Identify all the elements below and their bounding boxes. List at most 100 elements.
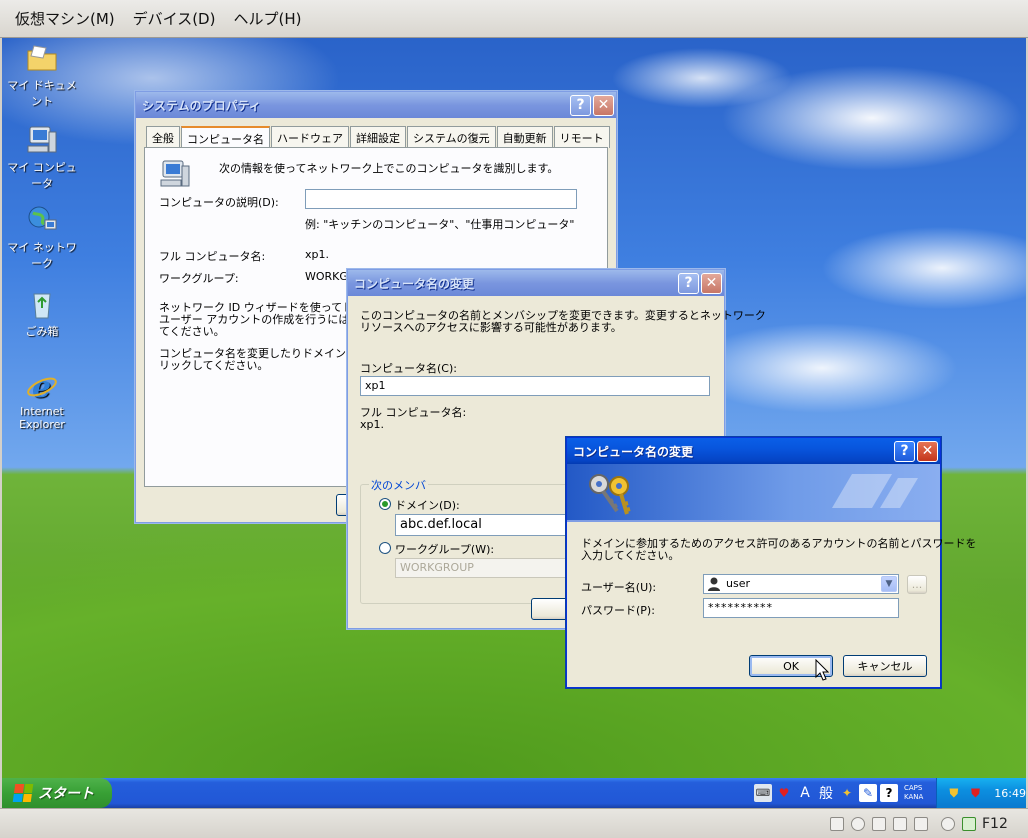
host-key-label: F12	[982, 816, 1008, 832]
ime-icon[interactable]: ♥	[775, 784, 793, 802]
workgroup-label: ワークグループ(W):	[395, 543, 495, 556]
help-icon[interactable]: ?	[880, 784, 898, 802]
tab-general[interactable]: 全般	[146, 126, 180, 148]
domain-input[interactable]: abc.def.local	[395, 514, 575, 536]
password-input[interactable]: **********	[703, 598, 899, 618]
desktop-icon-label: Explorer	[19, 418, 65, 431]
workgroup-input[interactable]: WORKGROUP	[395, 558, 575, 578]
user-name-label: ユーザー名(U):	[581, 581, 657, 594]
svg-text:e: e	[32, 370, 51, 402]
clock[interactable]: 16:49	[994, 787, 1026, 800]
hard-disk-icon[interactable]	[830, 817, 844, 831]
vm-menu-devices[interactable]: デバイス(D)	[124, 8, 225, 29]
shared-folder-icon[interactable]	[914, 817, 928, 831]
banner-watermark-icon	[822, 468, 922, 519]
close-button[interactable]: ✕	[917, 440, 938, 462]
chevron-down-icon[interactable]: ▼	[881, 576, 897, 592]
desktop-icon-label: ごみ箱	[25, 325, 59, 338]
tab-strip: 全般 コンピュータ名 ハードウェア 詳細設定 システムの復元 自動更新 リモート	[146, 126, 610, 148]
vm-menu-machine[interactable]: 仮想マシン(M)	[6, 8, 124, 29]
titlebar[interactable]: システムのプロパティ ? ✕	[136, 92, 616, 118]
desktop-icon-my-network[interactable]: マイ ネットワーク	[2, 204, 82, 271]
desktop-icon-label: マイ コンピュータ	[7, 161, 77, 190]
description-input[interactable]	[305, 189, 577, 209]
description-example: 例: "キッチンのコンピュータ"、"仕事用コンピュータ"	[305, 218, 575, 231]
workgroup-value: WORKG	[305, 270, 348, 283]
intro-text: 次の情報を使ってネットワーク上でこのコンピュータを識別します。	[219, 162, 559, 175]
ok-button[interactable]	[531, 598, 571, 620]
full-name-value: xp1.	[305, 248, 329, 261]
password-label: パスワード(P):	[581, 604, 655, 617]
user-name-combo[interactable]: user ▼	[703, 574, 899, 594]
desktop-icon-my-computer[interactable]: マイ コンピュータ	[2, 124, 82, 191]
tab-auto-update[interactable]: 自動更新	[496, 126, 553, 148]
tab-advanced[interactable]: 詳細設定	[350, 126, 406, 148]
workgroup-radio[interactable]	[379, 542, 391, 554]
workgroup-label: ワークグループ:	[159, 272, 239, 285]
desktop: マイ ドキュメント マイ コンピュータ マイ ネットワーク ごみ箱 e Inte…	[2, 38, 1026, 778]
rename-text: リックしてください。	[159, 359, 269, 372]
ime-pad-icon[interactable]: ✦	[838, 784, 856, 802]
security-shield-icon[interactable]: ⛊	[945, 784, 963, 802]
tab-computer-name[interactable]: コンピュータ名	[181, 126, 270, 148]
help-button[interactable]: ?	[570, 94, 591, 116]
computer-icon	[25, 124, 59, 156]
banner-divider	[567, 520, 940, 522]
help-button[interactable]: ?	[678, 272, 699, 294]
desktop-icon-my-documents[interactable]: マイ ドキュメント	[2, 42, 82, 109]
vm-status-bar: F12	[0, 808, 1028, 838]
kana-indicator: KANA	[904, 793, 924, 801]
caps-kana-indicator: CAPS KANA	[904, 784, 923, 802]
help-button[interactable]: ?	[894, 440, 915, 462]
domain-radio[interactable]	[379, 498, 391, 510]
start-label: スタート	[38, 786, 94, 802]
optical-drive-icon[interactable]	[851, 817, 865, 831]
cancel-button[interactable]: キャンセル	[843, 655, 927, 677]
desktop-icon-label: Internet	[20, 405, 64, 418]
computer-name-input[interactable]: xp1	[360, 376, 710, 396]
internet-explorer-icon: e	[25, 370, 59, 405]
titlebar[interactable]: コンピュータ名の変更 ? ✕	[348, 270, 724, 296]
floppy-icon[interactable]	[872, 817, 886, 831]
member-of-group: 次のメンバ ドメイン(D): abc.def.local ワークグループ(W):…	[360, 477, 580, 604]
computer-name-label: コンピュータ名(C):	[360, 362, 457, 375]
banner	[567, 464, 940, 520]
close-button[interactable]: ✕	[701, 272, 722, 294]
ime-input-mode[interactable]: A	[796, 784, 814, 802]
close-button[interactable]: ✕	[593, 94, 614, 116]
user-account-icon	[708, 577, 721, 594]
credentials-dialog: コンピュータ名の変更 ? ✕ ドメインに参加するためのアクセス許可のあるアカウン…	[566, 437, 976, 688]
ime-tools-icon[interactable]: ✎	[859, 784, 877, 802]
security-alert-icon[interactable]: ⛊	[967, 784, 985, 802]
ime-conversion-mode[interactable]: 般	[817, 784, 835, 802]
member-of-label: 次のメンバ	[369, 477, 428, 493]
tab-remote[interactable]: リモート	[553, 126, 610, 148]
window-title: コンピュータ名の変更	[573, 444, 694, 459]
mouse-cursor-icon	[815, 658, 830, 684]
titlebar[interactable]: コンピュータ名の変更 ? ✕	[567, 438, 940, 464]
window-title: コンピュータ名の変更	[354, 276, 475, 291]
vm-menu-help[interactable]: ヘルプ(H)	[224, 8, 310, 29]
full-name-value: xp1.	[360, 418, 384, 431]
windows-logo-icon	[12, 784, 34, 802]
keyboard-capture-icon[interactable]	[962, 817, 976, 831]
recycle-bin-icon	[25, 288, 59, 320]
tab-system-restore[interactable]: システムの復元	[407, 126, 496, 148]
caps-indicator: CAPS	[904, 784, 923, 792]
full-name-label: フル コンピュータ名:	[159, 250, 266, 263]
taskbar: スタート ⌨ ♥ A 般 ✦ ✎ ? CAPS KANA ⛊ ⛊ 16:49	[2, 778, 1026, 808]
description-text: リソースへのアクセスに影響する可能性があります。	[360, 321, 622, 334]
keyboard-icon[interactable]: ⌨	[754, 784, 772, 802]
start-button[interactable]: スタート	[2, 778, 112, 808]
system-tray: ⛊ ⛊ 16:49	[936, 778, 1026, 808]
desktop-icon-label: マイ ネットワーク	[7, 241, 77, 270]
instructions-text: 入力してください。	[581, 549, 680, 562]
tab-hardware[interactable]: ハードウェア	[271, 126, 349, 148]
browse-button[interactable]: ...	[907, 575, 927, 594]
network-id-text: てください。	[159, 325, 225, 338]
mouse-integration-icon[interactable]	[941, 817, 955, 831]
desktop-icon-internet-explorer[interactable]: e Internet Explorer	[2, 370, 82, 431]
desktop-icon-recycle-bin[interactable]: ごみ箱	[2, 288, 82, 339]
desktop-icon-label: マイ ドキュメント	[7, 79, 77, 108]
network-adapter-icon[interactable]	[893, 817, 907, 831]
